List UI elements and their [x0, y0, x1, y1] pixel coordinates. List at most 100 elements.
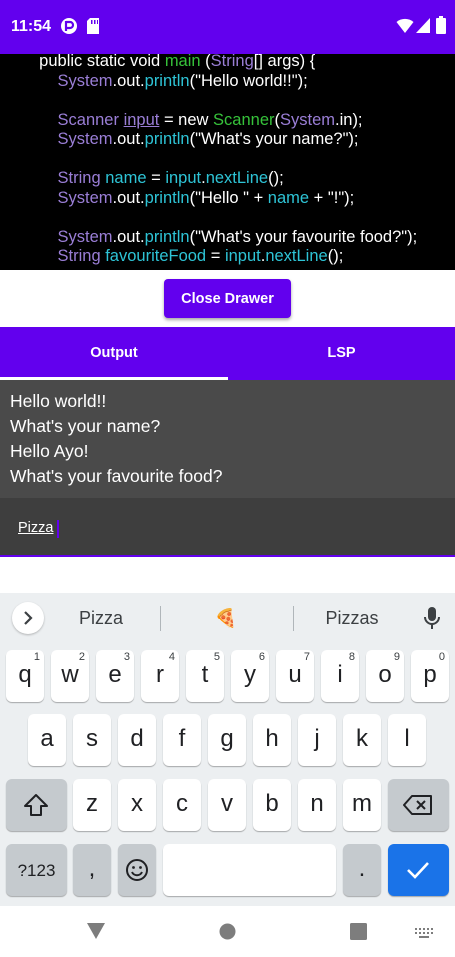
recents-icon[interactable] — [350, 923, 367, 945]
code-token: nextLine — [265, 247, 328, 265]
code-token: System — [57, 71, 113, 90]
key-b[interactable]: b — [253, 779, 291, 831]
key-label: y — [244, 661, 256, 688]
key-c[interactable]: c — [163, 779, 201, 831]
code-token: System — [57, 227, 113, 246]
key-o[interactable]: o9 — [366, 650, 404, 702]
status-bar: 11:54 — [0, 0, 455, 54]
key-j[interactable]: j — [298, 714, 336, 766]
emoji-key[interactable] — [118, 844, 156, 896]
code-token: .in); — [335, 110, 363, 129]
key-label: q — [18, 661, 32, 688]
code-token: ( — [200, 54, 211, 70]
console-input-value: Pizza — [18, 520, 54, 536]
output-line: Hello world!! — [10, 391, 107, 411]
sd-card-icon — [86, 17, 100, 40]
key-label: g — [220, 725, 234, 752]
checkmark-icon — [407, 862, 429, 879]
code-editor[interactable]: public static void main (String[] args) … — [0, 54, 455, 270]
back-icon[interactable] — [86, 922, 106, 945]
key-i[interactable]: i8 — [321, 650, 359, 702]
key-label: n — [310, 790, 324, 817]
console-input-field[interactable]: Pizza — [0, 498, 455, 557]
suggestion-item[interactable]: 🍕 — [196, 593, 256, 643]
code-token: String — [57, 247, 101, 265]
code-token: main — [164, 54, 201, 70]
key-v[interactable]: v — [208, 779, 246, 831]
suggestion-item[interactable]: Pizza — [58, 593, 144, 643]
key-label: u — [288, 661, 302, 688]
key-x[interactable]: x — [118, 779, 156, 831]
code-token: + "!"); — [309, 188, 355, 207]
backspace-key[interactable] — [388, 779, 449, 831]
key-w[interactable]: w2 — [51, 650, 89, 702]
key-g[interactable]: g — [208, 714, 246, 766]
key-e[interactable]: e3 — [96, 650, 134, 702]
code-line: public static void main (String[] args) … — [30, 54, 315, 71]
symbols-key[interactable]: ?123 — [6, 844, 67, 896]
key-a[interactable]: a — [28, 714, 66, 766]
key-z[interactable]: z — [73, 779, 111, 831]
period-key[interactable]: . — [343, 844, 381, 896]
key-p[interactable]: p0 — [411, 650, 449, 702]
key-m[interactable]: m — [343, 779, 381, 831]
key-label: ?123 — [17, 861, 56, 880]
code-token: System — [57, 130, 113, 148]
key-d[interactable]: d — [118, 714, 156, 766]
chevron-right-icon — [24, 611, 33, 625]
cell-signal-icon — [416, 18, 430, 38]
code-token: System — [280, 110, 336, 129]
key-hint: 5 — [213, 651, 220, 663]
code-token: println — [144, 71, 190, 90]
key-s[interactable]: s — [73, 714, 111, 766]
key-r[interactable]: r4 — [141, 650, 179, 702]
key-k[interactable]: k — [343, 714, 381, 766]
code-line: System.out.println("What's your favourit… — [30, 227, 418, 247]
key-label: . — [358, 855, 366, 882]
keyboard-switch-icon[interactable] — [414, 926, 434, 944]
expand-toolbar-button[interactable] — [12, 602, 44, 634]
key-label: z — [86, 790, 98, 817]
output-line: Hello Ayo! — [10, 441, 89, 461]
key-l[interactable]: l — [388, 714, 426, 766]
key-q[interactable]: q1 — [6, 650, 44, 702]
code-line: Scanner input = new Scanner(System.in); — [30, 110, 363, 130]
key-n[interactable]: n — [298, 779, 336, 831]
close-drawer-button[interactable]: Close Drawer — [164, 279, 291, 318]
space-key[interactable] — [163, 844, 336, 896]
key-label: l — [404, 725, 410, 752]
code-token: ("Hello world!!"); — [189, 71, 308, 90]
code-token: favouriteFood — [105, 247, 207, 265]
microphone-icon[interactable] — [420, 605, 444, 631]
home-icon[interactable] — [219, 923, 236, 945]
enter-key[interactable] — [388, 844, 449, 896]
key-u[interactable]: u7 — [276, 650, 314, 702]
tab-lsp[interactable]: LSP — [228, 327, 455, 380]
code-token: .out. — [112, 130, 145, 148]
code-line: System.out.println("Hello world!!"); — [30, 71, 308, 91]
key-hint: 2 — [78, 651, 85, 663]
status-time: 11:54 — [11, 18, 52, 35]
shift-key[interactable] — [6, 779, 67, 831]
key-y[interactable]: y6 — [231, 650, 269, 702]
code-token: println — [144, 130, 190, 148]
shift-icon — [24, 794, 48, 816]
key-label: x — [131, 790, 143, 817]
key-f[interactable]: f — [163, 714, 201, 766]
suggestion-item[interactable]: Pizzas — [306, 593, 398, 643]
wifi-icon — [396, 18, 414, 39]
key-t[interactable]: t5 — [186, 650, 224, 702]
code-token: (); — [327, 247, 344, 265]
code-token: [] args) { — [253, 54, 316, 70]
tab-output[interactable]: Output — [0, 327, 228, 380]
code-token: = — [146, 169, 166, 187]
key-h[interactable]: h — [253, 714, 291, 766]
text-caret — [57, 520, 59, 538]
comma-key[interactable]: , — [73, 844, 111, 896]
